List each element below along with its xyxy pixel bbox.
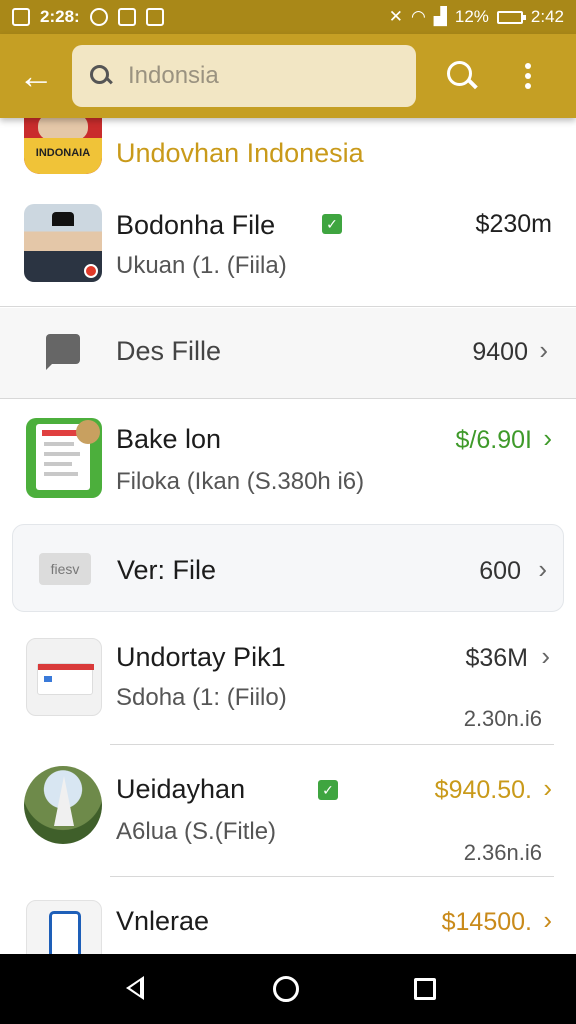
document-app-icon [26, 418, 102, 498]
back-button[interactable]: ← [0, 34, 72, 118]
verified-check-icon: ✓ [322, 214, 342, 234]
list-item[interactable]: Undortay Pik1 $36M › Sdoha (1: (Fiilo) 2… [0, 622, 576, 746]
results-list[interactable]: INDONAIA Undovhan Indonesia Bodonha File… [0, 118, 576, 954]
section-header[interactable]: INDONAIA Undovhan Indonesia [0, 118, 576, 190]
monument-thumbnail [24, 766, 102, 844]
chevron-right-icon: › [541, 641, 550, 671]
status-bar: 2:28: ✕ ◠ ▟ 12% 2:42 [0, 0, 576, 34]
list-item[interactable]: Bake lon $/6.90I › Filoka (Ikan (S.380h … [0, 400, 576, 520]
sync-notification-icon [89, 8, 108, 26]
search-icon [447, 61, 477, 91]
verified-check-icon: ✓ [318, 780, 338, 800]
card-thumbnail [26, 638, 102, 716]
item-title: Vnlerae [116, 906, 210, 936]
system-nav-bar [0, 954, 576, 1024]
more-vert-icon [525, 63, 531, 69]
divider [110, 876, 554, 877]
status-time-left: 2:28: [40, 7, 80, 26]
divider [0, 398, 576, 399]
item-price: $36M [465, 644, 528, 672]
list-item[interactable]: Ueidayhan ✓ $940.50. › A6lua (S.(Fitle) … [0, 746, 576, 878]
item-meta: 2.30n.i6 [463, 706, 542, 731]
battery-icon [496, 10, 526, 24]
chevron-right-icon: › [543, 423, 552, 453]
chevron-right-icon: › [543, 773, 552, 803]
file-thumbnail: fiesv [39, 553, 91, 585]
nav-home-icon[interactable] [273, 976, 299, 1002]
item-price: 9400 [472, 338, 528, 366]
search-box[interactable] [72, 45, 416, 107]
divider [110, 744, 554, 745]
arrow-left-icon: ← [18, 55, 54, 96]
signal-icon: ▟ [433, 7, 447, 26]
person-thumbnail [24, 204, 102, 282]
item-price: $14500. [441, 908, 532, 936]
item-subtitle: Sdoha (1: (Fiilo) [116, 684, 287, 711]
wifi-icon: ◠ [410, 7, 426, 26]
item-subtitle: Ukuan (1. (Fiila) [116, 252, 287, 279]
chevron-right-icon: › [538, 554, 547, 584]
battery-percent: 12% [454, 7, 489, 26]
mute-icon: ✕ [388, 7, 403, 26]
list-item[interactable]: Des Fille 9400 › [0, 308, 576, 398]
status-time-right: 2:42 [530, 7, 564, 26]
nav-back-icon[interactable] [126, 976, 144, 1000]
item-price: 600 [479, 557, 521, 585]
search-icon [90, 65, 112, 87]
item-title: Bake lon [116, 424, 222, 454]
item-subtitle: A6lua (S.(Fitle) [116, 818, 277, 845]
list-item[interactable]: Vnlerae $14500. › [0, 878, 576, 954]
item-meta: 2.36n.i6 [463, 840, 542, 865]
app-bar: ← [0, 34, 576, 118]
item-subtitle: Filoka (Ikan (S.380h i6) [116, 468, 365, 495]
search-input[interactable] [128, 62, 388, 90]
badge-text: INDONAIA [24, 138, 102, 174]
chevron-right-icon: › [539, 335, 548, 365]
phone-app-thumbnail [26, 900, 102, 954]
search-button[interactable] [426, 34, 498, 118]
item-title: Bodonha File [116, 210, 276, 240]
more-options-button[interactable] [498, 34, 558, 118]
item-price: $940.50. [434, 776, 532, 804]
list-item[interactable]: Bodonha File ✓ $230m Ukuan (1. (Fiila) [0, 190, 576, 308]
app-notification-icon [117, 8, 136, 26]
indonesia-badge-image: INDONAIA [24, 118, 102, 174]
item-title: Des Fille [116, 336, 222, 366]
item-title: Ueidayhan [116, 774, 246, 804]
gallery-notification-icon [12, 8, 30, 26]
item-price: $/6.90I [455, 426, 532, 454]
nav-recents-icon[interactable] [414, 978, 436, 1000]
photo-notification-icon [145, 8, 164, 26]
list-item-card[interactable]: fiesv Ver: File 600 › [12, 524, 564, 612]
chevron-right-icon: › [543, 905, 552, 935]
item-title: Undortay Pik1 [116, 642, 286, 672]
item-price: $230m [475, 210, 552, 238]
divider [0, 306, 576, 307]
section-title[interactable]: Undovhan Indonesia [116, 138, 364, 169]
item-title: Ver: File [117, 555, 217, 585]
